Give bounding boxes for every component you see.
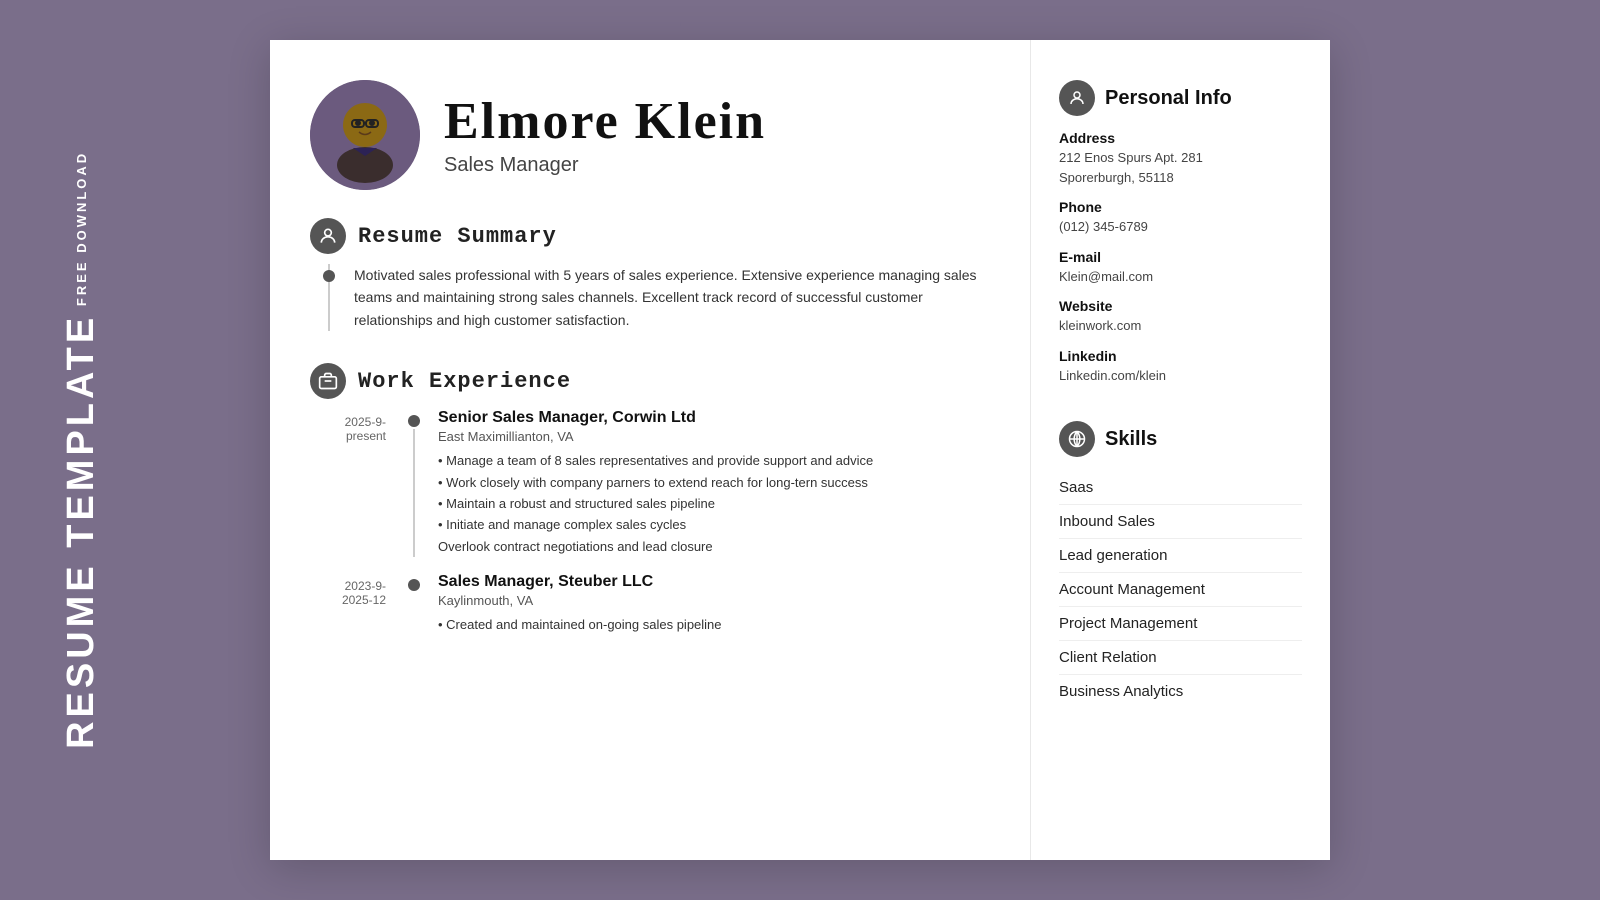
resume-template-label: RESUME TEMPLATE — [60, 314, 103, 749]
skills-icon — [1059, 421, 1095, 457]
summary-icon — [310, 218, 346, 254]
info-label: Website — [1059, 298, 1302, 314]
resume-header: Elmore Klein Sales Manager — [310, 80, 994, 190]
info-label: Address — [1059, 130, 1302, 146]
resume-main-column: Elmore Klein Sales Manager Resume Summar… — [270, 40, 1030, 860]
info-value: (012) 345-6789 — [1059, 217, 1302, 237]
summary-section-header: Resume Summary — [310, 218, 994, 254]
summary-section: Resume Summary Motivated sales professio… — [310, 218, 994, 345]
work-timeline-col — [400, 409, 428, 557]
summary-timeline-item: Motivated sales professional with 5 year… — [354, 264, 994, 331]
info-value: Linkedin.com/klein — [1059, 366, 1302, 386]
info-label: Phone — [1059, 199, 1302, 215]
work-dot — [408, 579, 420, 591]
header-text: Elmore Klein Sales Manager — [444, 93, 766, 177]
info-field: Website kleinwork.com — [1059, 298, 1302, 336]
skill-item: Lead generation — [1059, 539, 1302, 573]
skill-item: Business Analytics — [1059, 675, 1302, 708]
page-background: FREE DOWNLOAD RESUME TEMPLATE — [0, 0, 1600, 900]
work-date: 2025-9- present — [310, 409, 400, 557]
side-label: FREE DOWNLOAD RESUME TEMPLATE — [60, 151, 103, 749]
work-bullets: • Manage a team of 8 sales representativ… — [438, 450, 994, 557]
work-location: East Maximillianton, VA — [438, 429, 994, 444]
personal-info-header: Personal Info — [1059, 80, 1302, 116]
work-content: Sales Manager, Steuber LLC Kaylinmouth, V… — [428, 573, 994, 635]
summary-section-title: Resume Summary — [358, 224, 557, 249]
info-field: Address 212 Enos Spurs Apt. 281 Sporerbur… — [1059, 130, 1302, 187]
skill-item: Account Management — [1059, 573, 1302, 607]
skill-item: Client Relation — [1059, 641, 1302, 675]
work-icon — [310, 363, 346, 399]
free-download-label: FREE DOWNLOAD — [74, 151, 89, 306]
work-date: 2023-9- 2025-12 — [310, 573, 400, 635]
info-field: E-mail Klein@mail.com — [1059, 249, 1302, 287]
personal-info-fields: Address 212 Enos Spurs Apt. 281 Sporerbur… — [1059, 130, 1302, 385]
work-entry: 2025-9- present Senior Sales Manager, Cor… — [310, 409, 994, 557]
skills-section-title: Skills — [1105, 428, 1157, 451]
info-value: 212 Enos Spurs Apt. 281 Sporerburgh, 551… — [1059, 148, 1302, 187]
info-field: Phone (012) 345-6789 — [1059, 199, 1302, 237]
work-entry: 2023-9- 2025-12 Sales Manager, Steuber LL… — [310, 573, 994, 635]
personal-info-section: Personal Info Address 212 Enos Spurs Apt.… — [1059, 80, 1302, 397]
avatar — [310, 80, 420, 190]
skills-list: SaasInbound SalesLead generationAccount … — [1059, 471, 1302, 708]
skill-item: Inbound Sales — [1059, 505, 1302, 539]
work-content: Senior Sales Manager, Corwin Ltd East Max… — [428, 409, 994, 557]
top-tab-decoration — [680, 0, 920, 30]
info-value: kleinwork.com — [1059, 316, 1302, 336]
work-section-header: Work Experience — [310, 363, 994, 399]
info-label: E-mail — [1059, 249, 1302, 265]
personal-info-title: Personal Info — [1105, 87, 1232, 110]
info-label: Linkedin — [1059, 348, 1302, 364]
work-position: Senior Sales Manager, Corwin Ltd — [438, 409, 994, 427]
work-timeline-col — [400, 573, 428, 635]
resume-sidebar: Personal Info Address 212 Enos Spurs Apt.… — [1030, 40, 1330, 860]
work-entries: 2025-9- present Senior Sales Manager, Cor… — [310, 409, 994, 652]
personal-info-icon — [1059, 80, 1095, 116]
summary-text: Motivated sales professional with 5 year… — [354, 264, 994, 331]
skill-item: Project Management — [1059, 607, 1302, 641]
skills-header: Skills — [1059, 421, 1302, 457]
candidate-name: Elmore Klein — [444, 93, 766, 150]
work-bullets: • Created and maintained on-going sales … — [438, 614, 994, 635]
work-experience-section: Work Experience 2025-9- present Senior Sa… — [310, 363, 994, 652]
work-location: Kaylinmouth, VA — [438, 593, 994, 608]
candidate-title: Sales Manager — [444, 154, 766, 177]
skill-item: Saas — [1059, 471, 1302, 505]
work-dot — [408, 415, 420, 427]
work-section-title: Work Experience — [358, 369, 571, 394]
work-position: Sales Manager, Steuber LLC — [438, 573, 994, 591]
resume-card: Elmore Klein Sales Manager Resume Summar… — [270, 40, 1330, 860]
avatar-image — [310, 80, 420, 190]
info-field: Linkedin Linkedin.com/klein — [1059, 348, 1302, 386]
work-line — [413, 429, 415, 557]
summary-timeline: Motivated sales professional with 5 year… — [328, 264, 994, 331]
info-value: Klein@mail.com — [1059, 267, 1302, 287]
skills-section: Skills SaasInbound SalesLead generationA… — [1059, 421, 1302, 708]
